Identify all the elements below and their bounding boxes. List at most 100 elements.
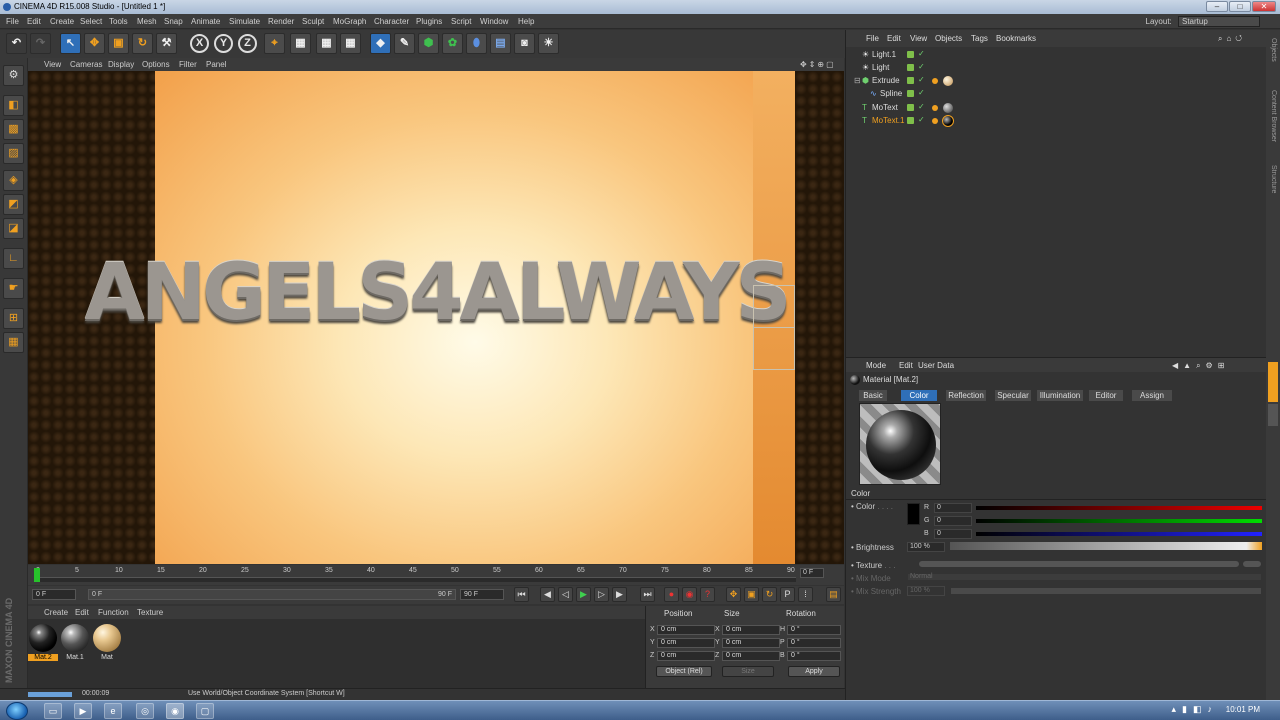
axis-mode-icon[interactable]: ∟ (3, 248, 24, 269)
pos-z-field[interactable]: 0 cm (657, 651, 715, 661)
light-icon[interactable]: ☀ (538, 33, 559, 54)
explorer-taskbar-icon[interactable]: ▭ (44, 703, 62, 719)
tab-basic[interactable]: Basic (859, 390, 887, 401)
snap-icon[interactable]: ⊞ (3, 308, 24, 329)
object-row[interactable]: T MoText ✓ (852, 102, 1262, 115)
tab-specular[interactable]: Specular (995, 390, 1031, 401)
object-menu-edit[interactable]: Edit (887, 34, 901, 43)
key-position-icon[interactable]: ✥ (726, 587, 741, 602)
redo-icon[interactable]: ↷ (30, 33, 51, 54)
menu-help[interactable]: Help (518, 17, 534, 26)
viewport-menu-filter[interactable]: Filter (179, 60, 197, 69)
close-button[interactable]: ✕ (1252, 1, 1276, 12)
rot-b-field[interactable]: 0 ° (787, 651, 841, 661)
recent-tools-icon[interactable]: ⚒ (156, 33, 177, 54)
menu-window[interactable]: Window (480, 17, 508, 26)
autokey-icon[interactable]: ◉ (682, 587, 697, 602)
side-tab-attributes[interactable] (1268, 362, 1278, 402)
previous-key-icon[interactable]: ◀ (540, 587, 555, 602)
current-frame-field[interactable]: 0 F (800, 568, 824, 578)
object-row[interactable]: ∿ Spline ✓ (852, 88, 1262, 101)
undo-icon[interactable]: ↶ (6, 33, 27, 54)
coordinate-mode-dropdown[interactable]: Object (Rel) (656, 666, 712, 677)
rotate-icon[interactable]: ↻ (132, 33, 153, 54)
enabled-check-icon[interactable]: ✓ (918, 102, 925, 111)
red-slider[interactable] (976, 506, 1262, 510)
viewport-menu-display[interactable]: Display (108, 60, 134, 69)
model-mode-icon[interactable]: ◧ (3, 95, 24, 116)
tweak-mode-icon[interactable]: ☛ (3, 278, 24, 299)
mix-mode-dropdown[interactable]: Normal (907, 573, 1262, 581)
size-y-field[interactable]: 0 cm (722, 638, 780, 648)
live-selection-icon[interactable]: ↖ (60, 33, 81, 54)
visibility-toggle-icon[interactable] (907, 104, 914, 111)
viewport-nav-icon[interactable]: ✥⇕⊕▢ (800, 60, 836, 69)
object-row[interactable]: ⊟ ⬢ Extrude ✓ (852, 75, 1262, 88)
key-parameter-icon[interactable]: P (780, 587, 795, 602)
tab-illumination[interactable]: Illumination (1037, 390, 1083, 401)
menu-sculpt[interactable]: Sculpt (302, 17, 324, 26)
nurbs-icon[interactable]: ⬢ (418, 33, 439, 54)
tab-editor[interactable]: Editor (1089, 390, 1123, 401)
apply-button[interactable]: Apply (788, 666, 840, 677)
collapse-toggle-icon[interactable]: ⊟ (854, 76, 862, 85)
menu-snap[interactable]: Snap (164, 17, 183, 26)
side-tab-content-browser[interactable]: Content Browser (1270, 90, 1277, 142)
go-to-start-icon[interactable]: ⏮ (514, 587, 529, 602)
render-view-icon[interactable]: ▦ (290, 33, 311, 54)
render-settings-icon[interactable]: ▦ (340, 33, 361, 54)
object-menu-bookmarks[interactable]: Bookmarks (996, 34, 1036, 43)
layout-dropdown[interactable]: Startup (1178, 16, 1260, 27)
x-axis-icon[interactable]: X (190, 34, 209, 53)
timeline-track[interactable] (36, 577, 796, 582)
texture-mode-icon[interactable]: ▩ (3, 119, 24, 140)
material-tag-icon[interactable] (942, 115, 954, 127)
texture-slot[interactable] (918, 560, 1240, 568)
mix-strength-slider[interactable] (950, 587, 1262, 595)
menu-mograph[interactable]: MoGraph (333, 17, 366, 26)
cinema4d-taskbar-icon[interactable]: ◉ (166, 703, 184, 719)
object-row[interactable]: ☀ Light.1 ✓ (852, 49, 1262, 62)
red-field[interactable]: 0 (934, 503, 972, 513)
pos-x-field[interactable]: 0 cm (657, 625, 715, 635)
object-row[interactable]: T MoText.1 ✓ (852, 115, 1262, 128)
green-slider[interactable] (976, 519, 1262, 523)
viewport-menu-panel[interactable]: Panel (206, 60, 226, 69)
z-axis-icon[interactable]: Z (238, 34, 257, 53)
blue-field[interactable]: 0 (934, 529, 972, 539)
material-swatch[interactable]: Mat.1 (60, 624, 90, 668)
polygons-mode-icon[interactable]: ◪ (3, 218, 24, 239)
menu-select[interactable]: Select (80, 17, 102, 26)
object-menu-file[interactable]: File (866, 34, 879, 43)
texture-menu-button[interactable] (1242, 560, 1262, 568)
enabled-check-icon[interactable]: ✓ (918, 88, 925, 97)
menu-plugins[interactable]: Plugins (416, 17, 442, 26)
material-menu-texture[interactable]: Texture (137, 608, 163, 617)
rot-h-field[interactable]: 0 ° (787, 625, 841, 635)
side-tab-structure[interactable]: Structure (1270, 165, 1277, 193)
material-preview[interactable] (859, 403, 941, 485)
attribute-nav-icon[interactable]: ◀▲⌕⚙⊞ (1172, 361, 1229, 371)
size-mode-dropdown[interactable]: Size (722, 666, 774, 677)
object-search-icon[interactable]: ⌕⌂↺ (1218, 34, 1246, 44)
phong-tag-icon[interactable] (932, 78, 938, 84)
start-frame-field[interactable]: 0 F (32, 589, 76, 600)
green-field[interactable]: 0 (934, 516, 972, 526)
spline-pen-icon[interactable]: ✎ (394, 33, 415, 54)
cube-icon[interactable]: ◆ (370, 33, 391, 54)
menu-tools[interactable]: Tools (109, 17, 128, 26)
size-z-field[interactable]: 0 cm (722, 651, 780, 661)
media-player-taskbar-icon[interactable]: ▶ (74, 703, 92, 719)
render-picture-viewer-icon[interactable]: ▦ (316, 33, 337, 54)
go-to-end-icon[interactable]: ⏭ (640, 587, 655, 602)
next-key-icon[interactable]: ▶ (612, 587, 627, 602)
visibility-toggle-icon[interactable] (907, 90, 914, 97)
brightness-slider[interactable] (950, 542, 1262, 550)
menu-animate[interactable]: Animate (191, 17, 220, 26)
previous-frame-icon[interactable]: ◁ (558, 587, 573, 602)
visibility-toggle-icon[interactable] (907, 51, 914, 58)
system-tray-icon[interactable]: ▴▮◧♪ (1172, 704, 1218, 715)
viewport-menu-view[interactable]: View (44, 60, 61, 69)
array-icon[interactable]: ✿ (442, 33, 463, 54)
timeline-ruler[interactable]: 0 5 10 15 20 25 30 35 40 45 50 55 60 65 … (28, 565, 844, 585)
